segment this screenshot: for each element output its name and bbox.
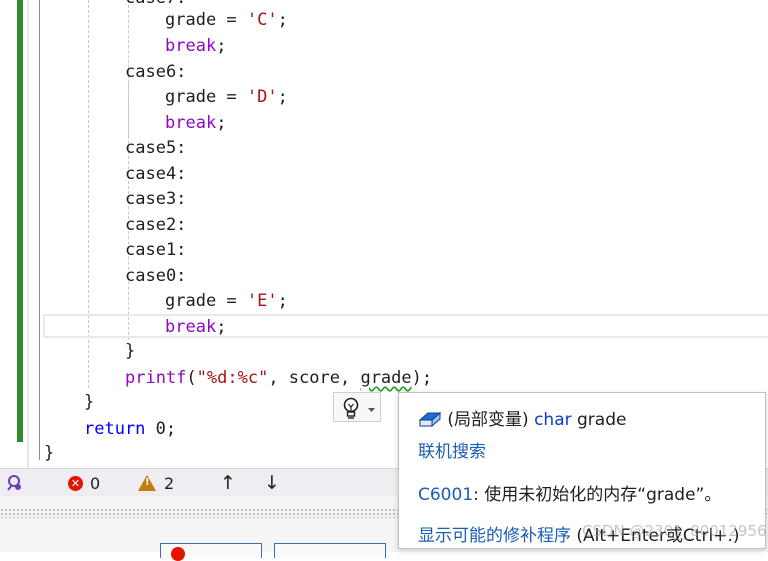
code-token: = — [216, 87, 247, 107]
code-token: case5: — [125, 138, 187, 158]
code-token: 'C' — [246, 10, 278, 30]
code-line[interactable]: break; — [165, 36, 226, 56]
panel-button[interactable] — [160, 543, 262, 561]
error-icon: ✕ — [68, 475, 83, 491]
code-token: case2: — [125, 215, 187, 235]
code-token: = — [216, 291, 247, 311]
code-line[interactable]: break; — [165, 113, 226, 133]
code-token: ; — [216, 113, 227, 133]
code-token: "%d:%c" — [196, 368, 269, 388]
code-token: case3: — [125, 189, 187, 209]
signature-prefix: (局部变量) — [447, 410, 535, 430]
symbol-signature: (局部变量) char grade — [418, 405, 626, 430]
warning-message: C6001: 使用未初始化的内存“grade”。 — [418, 480, 721, 505]
signature-name: grade — [571, 410, 627, 430]
panel-button[interactable] — [274, 543, 386, 558]
code-token: break — [165, 36, 217, 56]
code-line[interactable]: case3: — [125, 189, 186, 209]
code-line[interactable]: grade = 'E'; — [165, 291, 288, 311]
chevron-down-icon — [368, 408, 375, 412]
code-line[interactable]: case5: — [125, 138, 186, 158]
error-count-value: 0 — [90, 473, 101, 493]
code-token: ); — [411, 368, 433, 388]
signature-type: char — [534, 410, 572, 430]
warning-icon: ! — [138, 475, 156, 491]
code-token: , score, — [268, 368, 361, 388]
code-token: } — [44, 443, 55, 463]
warning-count[interactable]: ! 2 — [138, 469, 174, 497]
code-token: case7: — [125, 0, 186, 8]
error-icon — [171, 547, 185, 561]
warning-count-value: 2 — [164, 473, 175, 493]
code-token: 'E' — [246, 291, 278, 311]
code-token: ( — [186, 368, 197, 388]
code-line[interactable]: grade = 'C'; — [165, 10, 288, 30]
code-line[interactable]: case2: — [125, 215, 186, 235]
code-token: } — [125, 341, 136, 361]
code-line[interactable]: grade = 'D'; — [165, 87, 288, 107]
code-token: ; — [277, 87, 288, 107]
warning-text: : 使用未初始化的内存“grade”。 — [473, 485, 722, 505]
indent-guide — [128, 84, 129, 136]
code-token: = — [216, 10, 247, 30]
code-line[interactable]: case7: — [125, 0, 186, 8]
code-token: grade — [165, 291, 217, 311]
local-variable-icon — [418, 411, 442, 428]
code-token: ; — [277, 10, 288, 30]
code-token: printf — [125, 368, 187, 388]
code-token: ; — [216, 36, 227, 56]
code-line[interactable]: break; — [165, 317, 226, 337]
current-line-highlight — [43, 314, 768, 338]
previous-issue-arrow-icon[interactable]: ↑ — [220, 469, 236, 497]
code-token: ; — [216, 317, 227, 337]
online-search-link[interactable]: 联机搜索 — [418, 437, 486, 462]
outline-fold-line — [39, 0, 40, 460]
code-line[interactable]: } — [84, 392, 94, 412]
change-tracking-bar — [17, 0, 23, 442]
code-token: break — [165, 317, 217, 337]
code-token: break — [165, 113, 217, 133]
code-line[interactable]: return 0; — [84, 419, 176, 439]
code-line[interactable]: } — [44, 443, 54, 463]
code-token: 0; — [145, 419, 177, 439]
code-line[interactable]: case6: — [125, 62, 186, 82]
gutter-margin — [27, 0, 29, 468]
quick-actions-button[interactable] — [333, 392, 381, 422]
error-count[interactable]: ✕ 0 — [68, 469, 100, 497]
code-line[interactable]: case0: — [125, 266, 186, 286]
warning-code-link[interactable]: C6001 — [418, 485, 473, 505]
next-issue-arrow-icon[interactable]: ↓ — [264, 469, 280, 497]
show-fixes-link[interactable]: 显示可能的修补程序 — [418, 526, 571, 546]
code-token: return — [84, 419, 146, 439]
code-token: case0: — [125, 266, 187, 286]
code-line[interactable]: printf("%d:%c", score, grade); — [125, 368, 432, 388]
warning-squiggle-token: grade — [360, 368, 412, 388]
code-token: case1: — [125, 240, 187, 260]
code-token: grade — [165, 10, 217, 30]
code-line[interactable]: case4: — [125, 164, 186, 184]
code-token: case6: — [125, 62, 187, 82]
code-token: } — [84, 392, 95, 412]
watermark: CSDN @2301_80012956 — [582, 522, 767, 540]
code-token: 'D' — [246, 87, 278, 107]
intellicode-icon[interactable] — [4, 469, 24, 497]
lightbulb-icon — [343, 397, 375, 419]
code-line[interactable]: } — [125, 341, 135, 361]
code-token: case4: — [125, 164, 187, 184]
code-token: ; — [277, 291, 288, 311]
code-line[interactable]: case1: — [125, 240, 186, 260]
code-token: grade — [165, 87, 217, 107]
